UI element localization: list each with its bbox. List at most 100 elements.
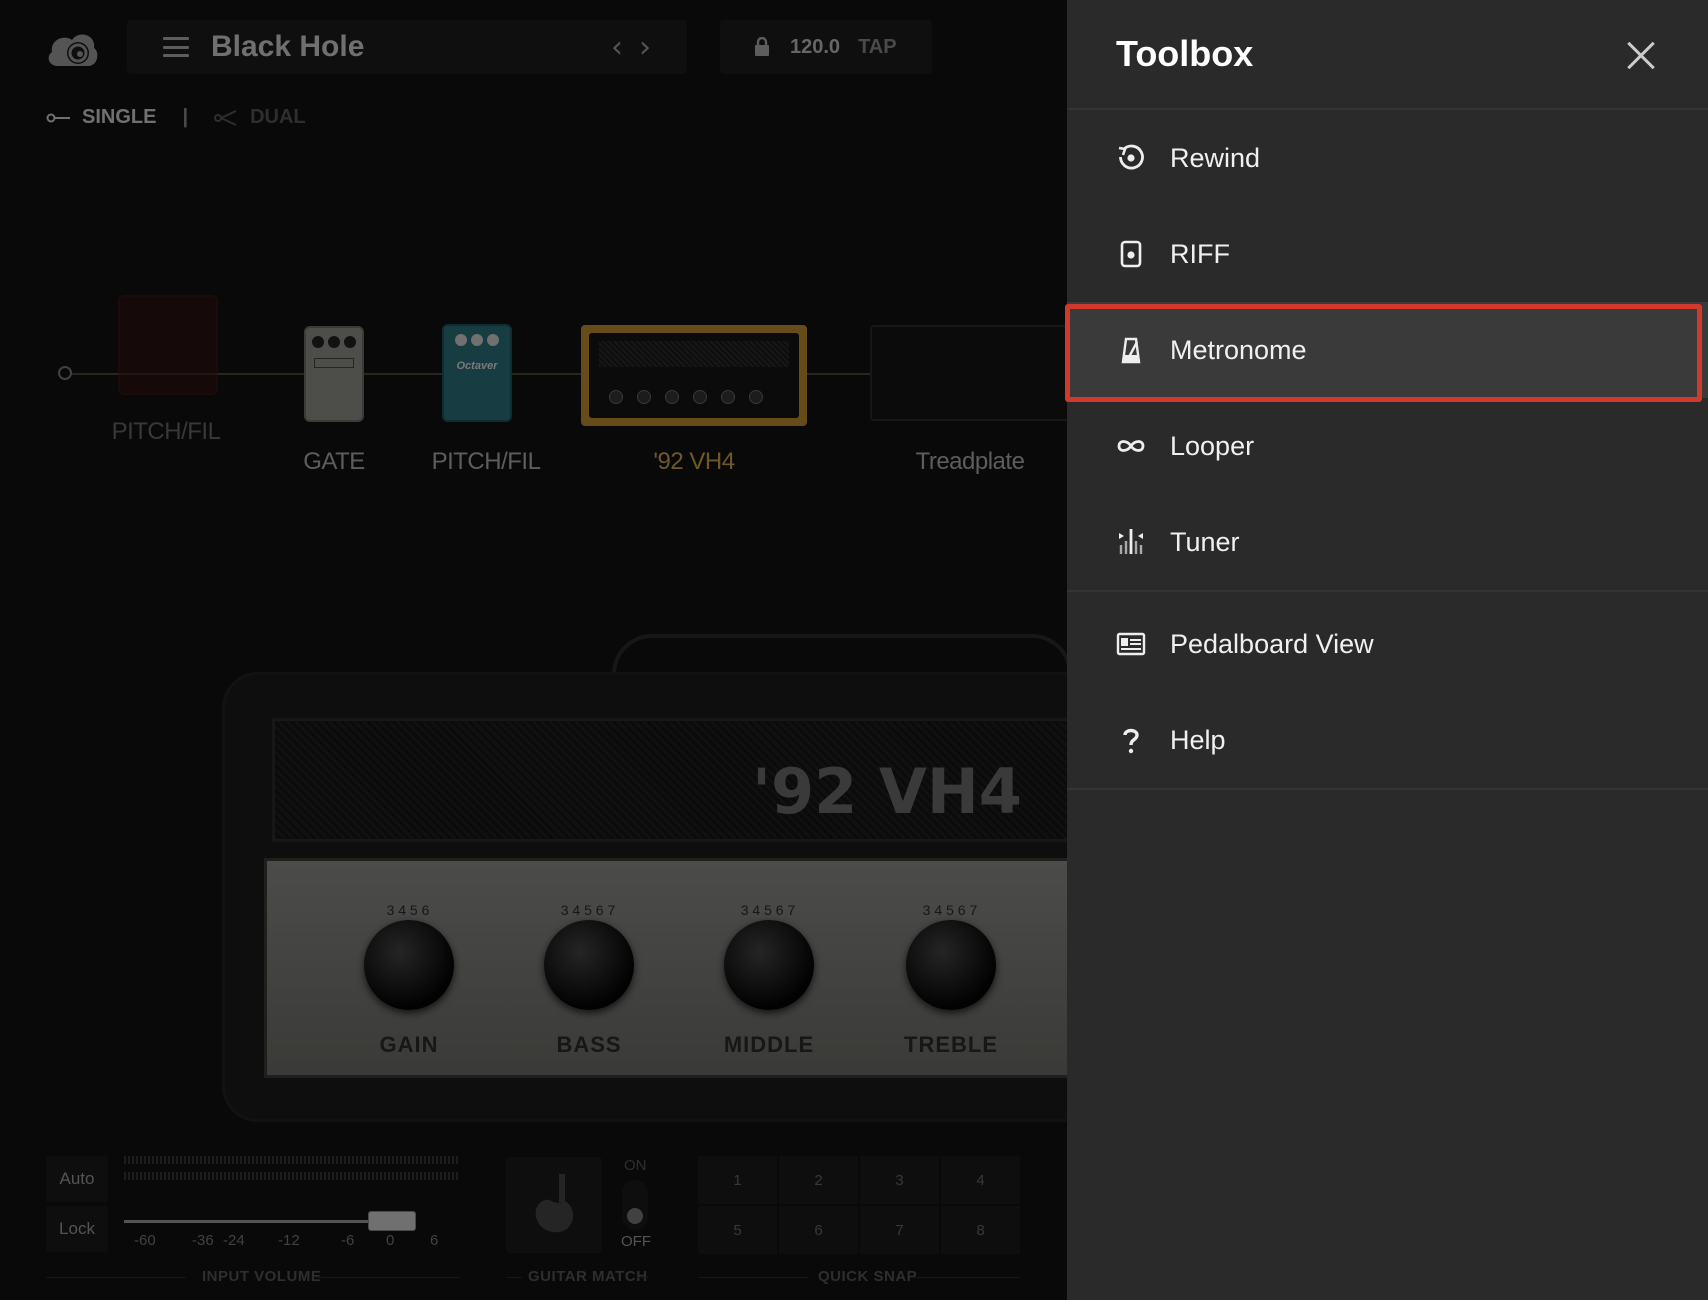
toolbox-item-tuner[interactable]: Tuner — [1067, 494, 1708, 590]
middle-knob-label: MIDDLE — [723, 1032, 815, 1057]
toolbox-item-looper[interactable]: Looper — [1067, 398, 1708, 494]
tempo-control[interactable]: 120.0 TAP — [720, 20, 932, 74]
quick-snap-slot[interactable]: 8 — [941, 1206, 1020, 1254]
toolbox-item-label: Looper — [1170, 430, 1255, 461]
input-scale-tick: -12 — [278, 1232, 300, 1249]
treble-knob-scale: 3 4 5 6 7 — [922, 902, 978, 918]
bass-knob-scale: 3 4 5 6 7 — [560, 902, 616, 918]
quick-snap-slot[interactable]: 3 — [860, 1156, 939, 1204]
bass-knob-label: BASS — [556, 1032, 622, 1057]
middle-knob-scale: 3 4 5 6 7 — [740, 902, 796, 918]
chain-label-gate: GATE — [303, 448, 365, 475]
amp-handle — [612, 634, 1067, 674]
quick-snap-grid: 1 2 3 4 5 6 7 8 — [698, 1156, 1020, 1254]
gain-knob-scale: 3 4 5 6 — [386, 902, 430, 918]
bass-knob[interactable] — [544, 920, 634, 1010]
toolbox-item-rewind[interactable]: Rewind — [1067, 110, 1708, 206]
toolbox-item-label: Rewind — [1170, 142, 1261, 173]
quick-snap-slot[interactable]: 7 — [860, 1206, 939, 1254]
input-scale-tick: 6 — [430, 1232, 439, 1249]
pedalboard-icon — [1116, 632, 1146, 656]
quick-snap-slot[interactable]: 2 — [779, 1156, 858, 1204]
toolbox-item-label: Pedalboard View — [1170, 628, 1374, 659]
mode-separator: | — [182, 106, 189, 128]
input-volume-slider-handle[interactable] — [368, 1211, 416, 1231]
bpm-value[interactable]: 120.0 — [790, 36, 840, 59]
section-divider — [506, 1277, 522, 1278]
quick-snap-label: QUICK SNAP — [818, 1268, 918, 1285]
chain-label-amp: '92 VH4 — [653, 448, 735, 475]
input-meter-right — [124, 1172, 460, 1180]
toolbox-item-pedalboard-view[interactable]: Pedalboard View — [1067, 596, 1708, 692]
input-scale-tick: -60 — [134, 1232, 156, 1249]
quick-snap-slot[interactable]: 4 — [941, 1156, 1020, 1204]
toolbox-header: Toolbox — [1067, 0, 1708, 110]
dual-mode-button[interactable]: DUAL — [250, 106, 306, 129]
lock-input-button[interactable]: Lock — [46, 1206, 108, 1252]
menu-icon[interactable] — [163, 37, 189, 57]
toolbox-group-views: Pedalboard View Help — [1067, 592, 1708, 790]
input-scale-tick: -24 — [223, 1232, 245, 1249]
guitar-match-toggle[interactable] — [622, 1180, 648, 1230]
routing-mode-selector: SINGLE | DUAL — [46, 106, 306, 129]
toolbox-group-tools: Rewind RIFF Metronome Looper Tuner — [1065, 110, 1708, 592]
guitar-match-selector[interactable] — [506, 1157, 602, 1253]
toolbox-panel: Toolbox Rewind RIFF Metronome Looper Tun… — [1065, 0, 1708, 1300]
close-icon[interactable] — [1626, 40, 1656, 70]
gain-knob[interactable] — [364, 920, 454, 1010]
chain-pedal-gate[interactable] — [304, 326, 364, 422]
preset-name: Black Hole — [211, 30, 365, 63]
guitar-icon — [535, 1174, 574, 1233]
middle-knob[interactable] — [724, 920, 814, 1010]
section-divider — [698, 1277, 808, 1278]
toolbox-item-help[interactable]: Help — [1067, 692, 1708, 788]
chain-amp-92-vh4[interactable] — [581, 325, 807, 426]
single-mode-button[interactable]: SINGLE — [82, 106, 156, 129]
section-divider — [316, 1277, 460, 1278]
quick-snap-slot[interactable]: 5 — [698, 1206, 777, 1254]
looper-icon — [1117, 440, 1145, 452]
toolbox-item-label: Tuner — [1170, 526, 1240, 557]
chain-cabinet-treadplate[interactable] — [870, 325, 1067, 421]
quick-snap-slot[interactable]: 6 — [779, 1206, 858, 1254]
toolbox-title: Toolbox — [1116, 33, 1254, 74]
section-divider — [638, 1277, 648, 1278]
chain-label-pitch-filter-1: PITCH/FIL — [111, 418, 221, 445]
main-app-area: Black Hole ‹ › 120.0 TAP SINGLE | DUAL P… — [0, 0, 1067, 1300]
toolbox-item-label: RIFF — [1170, 238, 1230, 269]
input-scale-tick: -36 — [192, 1232, 214, 1249]
amp-title: '92 VH4 — [752, 755, 1022, 828]
section-divider — [910, 1277, 1020, 1278]
toolbox-item-riff[interactable]: RIFF — [1067, 206, 1708, 302]
input-scale-tick: 0 — [386, 1232, 395, 1249]
chain-pedal-octaver[interactable]: Octaver — [442, 324, 512, 422]
toolbox-item-label: Metronome — [1170, 334, 1307, 365]
app-logo-icon[interactable] — [44, 26, 100, 70]
chain-input-node[interactable] — [58, 366, 72, 380]
single-chain-icon — [46, 113, 70, 122]
input-meter-left — [124, 1156, 460, 1164]
next-preset-icon[interactable]: › — [639, 30, 651, 65]
auto-input-button[interactable]: Auto — [46, 1156, 108, 1202]
treble-knob-label: TREBLE — [904, 1032, 998, 1057]
tap-tempo-button[interactable]: TAP — [858, 36, 897, 59]
chain-pedal-pitch-filter-1[interactable] — [118, 295, 218, 395]
previous-preset-icon[interactable]: ‹ — [611, 30, 623, 65]
guitar-match-off-label: OFF — [621, 1233, 651, 1250]
rewind-icon — [1118, 144, 1144, 170]
guitar-match-label: GUITAR MATCH — [528, 1268, 648, 1285]
input-volume-label: INPUT VOLUME — [202, 1268, 322, 1285]
toolbox-item-metronome[interactable]: Metronome — [1065, 302, 1708, 402]
treble-knob[interactable] — [906, 920, 996, 1010]
input-scale-tick: -6 — [341, 1232, 355, 1249]
dual-chain-icon — [214, 109, 237, 126]
help-icon — [1123, 728, 1139, 754]
lock-icon[interactable] — [754, 37, 770, 57]
toolbox-item-label: Help — [1170, 724, 1226, 755]
metronome-icon — [1121, 337, 1141, 364]
riff-icon — [1120, 240, 1142, 268]
tuner-icon — [1119, 529, 1143, 554]
quick-snap-slot[interactable]: 1 — [698, 1156, 777, 1204]
preset-selector[interactable]: Black Hole ‹ › — [127, 20, 687, 74]
section-divider — [46, 1277, 186, 1278]
